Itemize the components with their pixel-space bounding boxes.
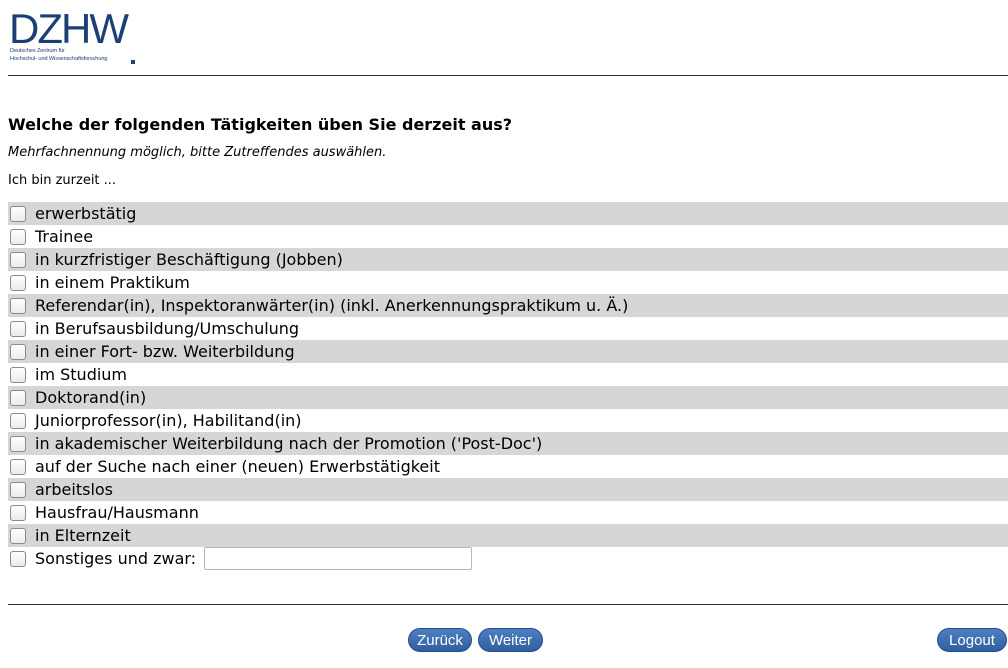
- option-label: Sonstiges und zwar:: [35, 549, 197, 568]
- option-row[interactable]: Referendar(in), Inspektoranwärter(in) (i…: [8, 294, 1008, 317]
- logo-subtitle-line1: Deutsches Zentrum für: [10, 48, 65, 54]
- option-row[interactable]: in Elternzeit: [8, 524, 1008, 547]
- option-label: in einer Fort- bzw. Weiterbildung: [35, 342, 295, 361]
- logo-subtitle-line2: Hochschul- und Wissenschaftsforschung: [10, 56, 108, 62]
- checkbox[interactable]: [10, 550, 26, 567]
- options-list: erwerbstätig Trainee in kurzfristiger Be…: [8, 202, 1008, 570]
- logo-square-mark: [131, 60, 135, 64]
- option-row[interactable]: in akademischer Weiterbildung nach der P…: [8, 432, 1008, 455]
- checkbox[interactable]: [10, 228, 26, 245]
- option-row[interactable]: in einem Praktikum: [8, 271, 1008, 294]
- option-row[interactable]: in Berufsausbildung/Umschulung: [8, 317, 1008, 340]
- footer-divider: [8, 604, 1008, 605]
- option-row[interactable]: in kurzfristiger Beschäftigung (Jobben): [8, 248, 1008, 271]
- checkbox[interactable]: [10, 274, 26, 291]
- logo-wordmark: DZHW: [9, 9, 129, 49]
- option-row[interactable]: auf der Suche nach einer (neuen) Erwerbs…: [8, 455, 1008, 478]
- logout-button[interactable]: Logout: [937, 628, 1007, 652]
- option-row[interactable]: in einer Fort- bzw. Weiterbildung: [8, 340, 1008, 363]
- option-row[interactable]: Doktorand(in): [8, 386, 1008, 409]
- question-hint: Mehrfachnennung möglich, bitte Zutreffen…: [8, 145, 387, 160]
- next-button[interactable]: Weiter: [478, 628, 543, 652]
- option-label: erwerbstätig: [35, 204, 137, 223]
- checkbox[interactable]: [10, 412, 26, 429]
- option-label: Referendar(in), Inspektoranwärter(in) (i…: [35, 296, 629, 315]
- option-label: arbeitslos: [35, 480, 114, 499]
- checkbox[interactable]: [10, 504, 26, 521]
- option-row[interactable]: Juniorprofessor(in), Habilitand(in): [8, 409, 1008, 432]
- question-title: Welche der folgenden Tätigkeiten üben Si…: [8, 115, 513, 134]
- other-text-input[interactable]: [204, 547, 473, 570]
- option-row[interactable]: im Studium: [8, 363, 1008, 386]
- checkbox[interactable]: [10, 481, 26, 498]
- checkbox[interactable]: [10, 435, 26, 452]
- option-row[interactable]: arbeitslos: [8, 478, 1008, 501]
- option-row-other[interactable]: Sonstiges und zwar:: [8, 547, 1008, 570]
- checkbox[interactable]: [10, 297, 26, 314]
- option-label: auf der Suche nach einer (neuen) Erwerbs…: [35, 457, 440, 476]
- option-label: im Studium: [35, 365, 128, 384]
- option-label: in kurzfristiger Beschäftigung (Jobben): [35, 250, 343, 269]
- option-label: Hausfrau/Hausmann: [35, 503, 199, 522]
- checkbox[interactable]: [10, 458, 26, 475]
- option-label: Trainee: [35, 227, 94, 246]
- option-label: in Berufsausbildung/Umschulung: [35, 319, 300, 338]
- checkbox[interactable]: [10, 320, 26, 337]
- option-label: Juniorprofessor(in), Habilitand(in): [35, 411, 302, 430]
- option-label: in akademischer Weiterbildung nach der P…: [35, 434, 543, 453]
- checkbox[interactable]: [10, 343, 26, 360]
- back-button[interactable]: Zurück: [408, 628, 472, 652]
- option-row[interactable]: Trainee: [8, 225, 1008, 248]
- option-label: Doktorand(in): [35, 388, 147, 407]
- checkbox[interactable]: [10, 251, 26, 268]
- checkbox[interactable]: [10, 527, 26, 544]
- option-label: in Elternzeit: [35, 526, 131, 545]
- checkbox[interactable]: [10, 389, 26, 406]
- dzhw-wordmark-logo: DZHW: [9, 9, 131, 49]
- checkbox[interactable]: [10, 205, 26, 222]
- dzhw-logo: DZHW Deutsches Zentrum für Hochschul- un…: [9, 9, 139, 67]
- header-divider: [8, 75, 1008, 76]
- checkbox[interactable]: [10, 366, 26, 383]
- option-row[interactable]: erwerbstätig: [8, 202, 1008, 225]
- option-row[interactable]: Hausfrau/Hausmann: [8, 501, 1008, 524]
- option-label: in einem Praktikum: [35, 273, 190, 292]
- question-lead-text: Ich bin zurzeit ...: [8, 173, 117, 188]
